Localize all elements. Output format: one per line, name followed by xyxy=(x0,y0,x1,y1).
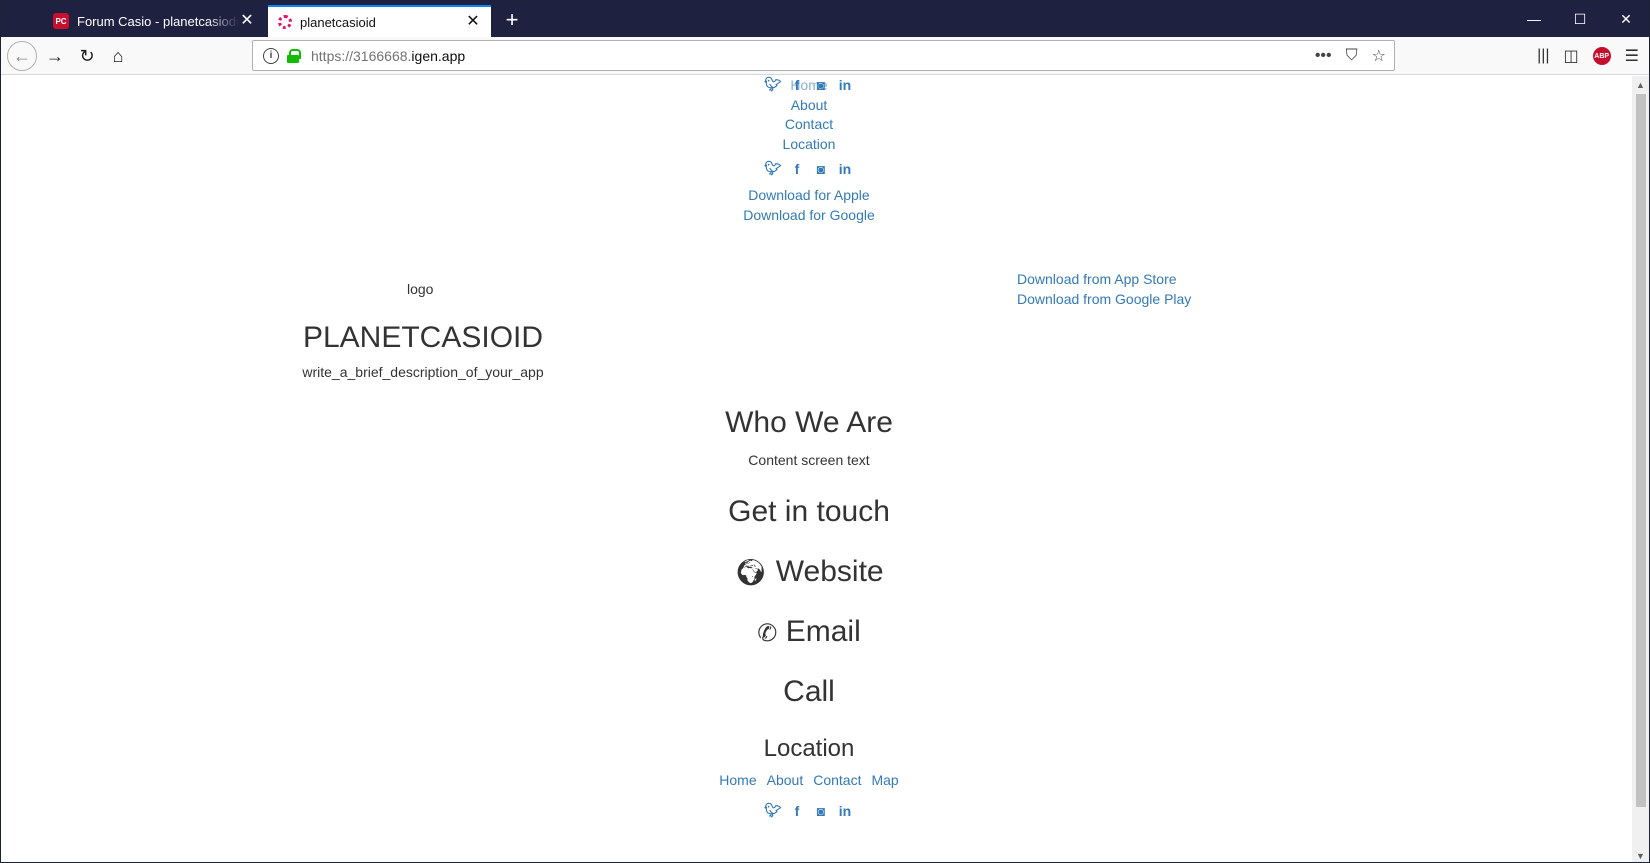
close-window-button[interactable]: ✕ xyxy=(1603,1,1649,37)
maximize-button[interactable]: ☐ xyxy=(1557,1,1603,37)
home-button[interactable]: ⌂ xyxy=(103,41,133,71)
pocket-icon[interactable]: ⛉ xyxy=(1346,47,1358,65)
facebook-icon[interactable]: f xyxy=(790,803,804,819)
footer-map-link[interactable]: Map xyxy=(871,772,898,788)
email-label: Email xyxy=(785,615,861,648)
content-text: Content screen text xyxy=(748,452,870,468)
page-viewport: 🐦︎ f ◙ in Home About Contact Location 🐦︎… xyxy=(1,76,1633,862)
url-text: https://3166668.igen.app xyxy=(311,48,465,64)
app-title: PLANETCASIOID xyxy=(302,321,544,354)
planetcasio-favicon-icon: PC xyxy=(53,13,69,29)
sidebar-icon[interactable]: ◫ xyxy=(1564,46,1579,66)
instagram-icon[interactable]: ◙ xyxy=(814,161,828,177)
adblock-plus-icon[interactable]: ABP xyxy=(1592,47,1611,65)
close-tab-icon[interactable]: ✕ xyxy=(465,14,481,30)
url-bar[interactable]: i https://3166668.igen.app ••• ⛉ ☆ xyxy=(252,40,1395,71)
app-store-link[interactable]: Download from App Store xyxy=(1017,270,1191,290)
linkedin-icon[interactable]: in xyxy=(838,161,852,177)
page-actions-icon[interactable]: ••• xyxy=(1315,47,1332,65)
twitter-icon[interactable]: 🐦︎ xyxy=(764,76,782,93)
footer-social-icons: 🐦︎ f ◙ in xyxy=(764,802,852,819)
minimize-button[interactable]: — xyxy=(1511,1,1557,37)
nav-home-link[interactable]: Home xyxy=(783,76,836,96)
download-links: Download for Apple Download for Google xyxy=(743,186,875,225)
menu-icon[interactable]: ☰ xyxy=(1625,46,1639,66)
url-domain: igen.app xyxy=(411,47,466,64)
linkedin-icon[interactable]: in xyxy=(838,77,852,93)
scroll-up-icon[interactable]: ▲ xyxy=(1632,76,1649,93)
store-links: Download from App Store Download from Go… xyxy=(1017,270,1191,309)
tab-title: planetcasioid xyxy=(300,14,376,30)
google-play-link[interactable]: Download from Google Play xyxy=(1017,290,1191,310)
email-item[interactable]: ✆ Email xyxy=(757,615,860,649)
location-heading: Location xyxy=(763,735,855,762)
igen-favicon-icon xyxy=(278,15,292,29)
twitter-icon[interactable]: 🐦︎ xyxy=(764,160,782,177)
lock-icon xyxy=(287,48,301,63)
linkedin-icon[interactable]: in xyxy=(838,803,852,819)
scroll-down-icon[interactable]: ▼ xyxy=(1632,847,1649,862)
scrollbar-thumb[interactable] xyxy=(1636,94,1646,807)
reload-button[interactable]: ↻ xyxy=(72,41,102,71)
facebook-icon[interactable]: f xyxy=(790,161,804,177)
phone-icon: ✆ xyxy=(757,620,778,647)
info-icon[interactable]: i xyxy=(263,47,279,64)
footer-about-link[interactable]: About xyxy=(767,772,804,788)
navigation-toolbar: ← → ↻ ⌂ i https://3166668.igen.app ••• ⛉… xyxy=(1,37,1649,75)
toolbar-right: ||| ◫ ABP ☰ xyxy=(1537,37,1649,75)
tab-forum-casio[interactable]: PC Forum Casio - planetcasiodroid ✕ xyxy=(43,5,265,37)
website-label: Website xyxy=(775,555,884,588)
footer-nav: Home About Contact Map xyxy=(719,772,898,788)
url-prefix: https://3166668. xyxy=(311,47,412,64)
tab-title: Forum Casio - planetcasiodroid xyxy=(77,13,239,29)
app-logo: logo xyxy=(407,281,434,297)
app-description: write_a_brief_description_of_your_app xyxy=(302,364,544,380)
twitter-icon[interactable]: 🐦︎ xyxy=(764,802,782,819)
browser-window: PC Forum Casio - planetcasiodroid ✕ plan… xyxy=(0,0,1650,863)
bookmark-star-icon[interactable]: ☆ xyxy=(1372,46,1386,66)
social-icons: 🐦︎ f ◙ in xyxy=(764,160,852,177)
new-tab-button[interactable]: + xyxy=(496,5,528,35)
call-item[interactable]: Call xyxy=(783,675,835,709)
nav-location-link[interactable]: Location xyxy=(783,135,836,155)
instagram-icon[interactable]: ◙ xyxy=(814,803,828,819)
back-button[interactable]: ← xyxy=(7,41,37,71)
footer-home-link[interactable]: Home xyxy=(719,772,756,788)
download-apple-link[interactable]: Download for Apple xyxy=(743,186,875,206)
library-icon[interactable]: ||| xyxy=(1537,47,1549,65)
tab-planetcasioid[interactable]: planetcasioid ✕ xyxy=(268,5,491,37)
get-in-touch-heading: Get in touch xyxy=(728,495,890,528)
tab-bar: PC Forum Casio - planetcasiodroid ✕ plan… xyxy=(1,1,1649,37)
who-we-are-heading: Who We Are xyxy=(725,406,893,439)
website-item[interactable]: 🌍︎ Website xyxy=(734,555,883,589)
nav-about-link[interactable]: About xyxy=(783,96,836,116)
nav-contact-link[interactable]: Contact xyxy=(783,115,836,135)
download-google-link[interactable]: Download for Google xyxy=(743,206,875,226)
close-tab-icon[interactable]: ✕ xyxy=(239,13,255,29)
footer-contact-link[interactable]: Contact xyxy=(813,772,861,788)
top-nav: Home About Contact Location xyxy=(783,76,836,154)
page-scrollbar[interactable]: ▲ ▼ xyxy=(1632,76,1649,862)
url-actions: ••• ⛉ ☆ xyxy=(1315,41,1386,70)
globe-icon: 🌍︎ xyxy=(734,557,768,587)
forward-button[interactable]: → xyxy=(40,41,70,71)
